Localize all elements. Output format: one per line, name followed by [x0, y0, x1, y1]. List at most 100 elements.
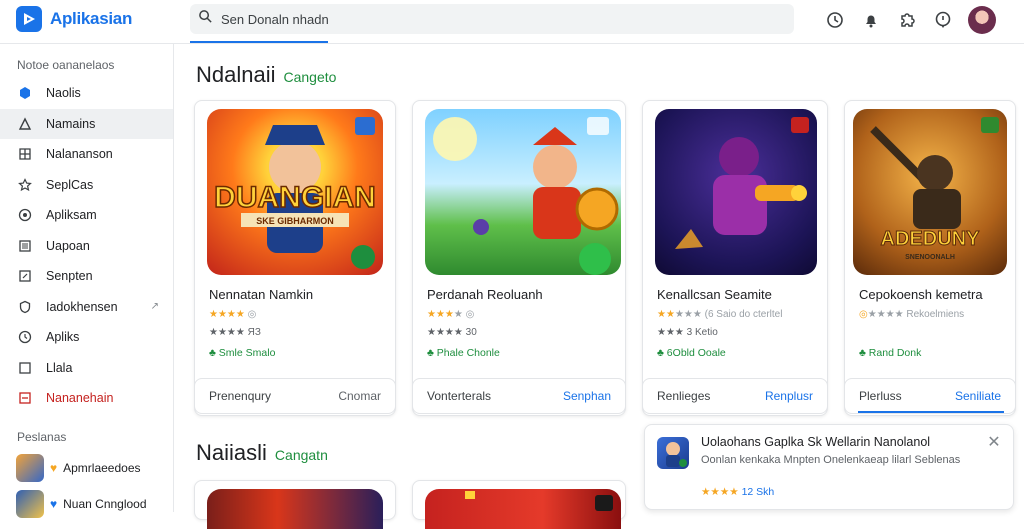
sidebar-item-label: Namains	[46, 116, 96, 131]
box-icon	[18, 391, 32, 405]
triangle-icon	[18, 117, 32, 131]
sidebar-item-10[interactable]: Nananehain	[0, 383, 173, 414]
sidebar-app-1[interactable]: ♥ Nuan Cnnglood	[0, 486, 173, 522]
app-title: Perdanah Reoluanh	[427, 287, 543, 302]
footer-label: Vonterterals	[427, 389, 492, 403]
sidebar-item-label: Llala	[46, 360, 73, 375]
notification-rating: ★★★★ 12 Skh	[701, 486, 775, 498]
target-icon	[18, 208, 32, 222]
sidebar-item-3[interactable]: SeplCas	[0, 170, 173, 201]
footer-label: Renlieges	[657, 389, 711, 403]
app-card[interactable]	[194, 480, 396, 529]
app-name: Aplikasian	[50, 9, 133, 28]
sidebar-item-label: Uapoan	[46, 238, 90, 253]
sidebar-item-2[interactable]: Nalananson	[0, 139, 173, 170]
sidebar-item-1[interactable]: Namains	[0, 108, 173, 139]
app-logo[interactable]: Aplikasian	[16, 6, 132, 32]
footer-action[interactable]: Cnomar	[338, 389, 381, 403]
app-artwork: ADEDUNY SNENOONALH	[853, 109, 1007, 275]
sidebar-item-label: Nananehain	[46, 391, 114, 406]
app-card[interactable]: DUANGIAN SKE GIBHARMON Nennatan Namkin ★…	[194, 100, 396, 416]
shield-icon	[18, 300, 32, 314]
section-header: Naiiasli Cangatn	[196, 440, 328, 466]
notification-body: Oonlan kenkaka Mnpten Onelenkaeap lilarl…	[701, 454, 961, 466]
section-subtitle[interactable]: Cangatn	[275, 447, 328, 463]
card-footer: Plerluss Seniliate	[844, 378, 1016, 414]
sidebar-item-label: Apliksam	[46, 208, 97, 223]
notification-app-icon	[657, 437, 689, 469]
app-thumbnail	[16, 453, 44, 482]
sidebar-item-label: Naolis	[46, 86, 81, 101]
star-rating: ★★★★ ◎	[427, 309, 475, 320]
sidebar-item-5[interactable]: Uapoan	[0, 231, 173, 262]
top-actions	[824, 6, 996, 34]
sidebar-item-9[interactable]: Llala	[0, 353, 173, 384]
section-title: Naiiasli	[196, 440, 267, 465]
art-subtitle: SNENOONALH	[905, 254, 955, 261]
search-icon	[198, 9, 213, 29]
search-input[interactable]	[221, 11, 761, 27]
art-subtitle: SKE GIBHARMON	[256, 216, 334, 226]
close-icon[interactable]: ✕	[985, 433, 1003, 451]
rating-count: ★★★ 3 Ketio	[657, 327, 718, 338]
star-rating: ★★★★★ (6 Saio do cterltel	[657, 309, 783, 320]
search-focus-underline	[190, 41, 328, 43]
sidebar-item-label: Iadokhensen	[46, 299, 118, 314]
app-card[interactable]	[412, 480, 626, 529]
card-footer: Renlieges Renplusr	[642, 378, 828, 414]
heart-icon: ♥	[50, 496, 58, 511]
search-bar[interactable]	[190, 4, 794, 34]
list-icon	[18, 239, 32, 253]
help-icon[interactable]	[932, 9, 954, 31]
section-title: Ndalnaii	[196, 62, 276, 87]
sidebar-app-0[interactable]: ♥ Apmrlaeedoes	[0, 450, 173, 486]
app-card[interactable]: Perdanah Reoluanh ★★★★ ◎ ★★★★ 30 ♣ Phale…	[412, 100, 626, 416]
rating-count: ★★★★ 30	[427, 327, 477, 338]
sidebar-item-8[interactable]: Apliks	[0, 322, 173, 353]
app-artwork	[655, 109, 817, 275]
square-icon	[18, 361, 32, 375]
sidebar-item-label: Nalananson	[46, 147, 113, 162]
notification-title: Uolaohans Gaplka Sk Wellarin Nanolanol	[701, 435, 931, 449]
footer-action[interactable]: Senphan	[563, 389, 611, 403]
bell-icon[interactable]	[860, 9, 882, 31]
clock-icon[interactable]	[824, 9, 846, 31]
puzzle-icon[interactable]	[896, 9, 918, 31]
app-card[interactable]: ADEDUNY SNENOONALH Cepokoensh kemetra ◎★…	[844, 100, 1016, 416]
app-artwork	[425, 489, 621, 529]
star-icon	[18, 177, 32, 192]
grid-icon	[18, 147, 32, 161]
star-rating: ◎★★★★ Rekoelmiens	[859, 309, 965, 320]
external-link-icon: ↗	[150, 301, 159, 313]
clock-icon	[18, 330, 32, 344]
sidebar: Notoe oananelaos Naolis Namains Nalanans…	[0, 44, 174, 518]
sidebar-item-7[interactable]: Iadokhensen ↗	[0, 292, 173, 323]
sidebar-item-label: SeplCas	[46, 177, 94, 192]
sidebar-item-label: Apliks	[46, 330, 80, 345]
app-artwork	[207, 489, 383, 529]
card-footer: Vonterterals Senphan	[412, 378, 626, 414]
card-footer: Prenenqury Cnomar	[194, 378, 396, 414]
footer-action[interactable]: Renplusr	[765, 389, 813, 403]
rating-count: ★★★★ ЯЗ	[209, 327, 261, 338]
sidebar-item-0[interactable]: Naolis	[0, 78, 173, 109]
footer-label: Plerluss	[859, 389, 902, 403]
top-bar: Aplikasian	[0, 0, 1024, 44]
section-subtitle[interactable]: Cangeto	[284, 69, 337, 85]
sidebar-apps-label: Peslanas	[17, 429, 67, 444]
sidebar-item-6[interactable]: Senpten	[0, 261, 173, 292]
sidebar-item-4[interactable]: Apliksam	[0, 200, 173, 231]
app-title: Nennatan Namkin	[209, 287, 314, 302]
section-header: Ndalnaii Cangeto	[196, 62, 336, 88]
app-title: Kenallcsan Seamite	[657, 287, 772, 302]
notification-card[interactable]: Uolaohans Gaplka Sk Wellarin Nanolanol O…	[644, 424, 1014, 510]
sidebar-section-label: Notoe oananelaos	[17, 58, 115, 72]
footer-label: Prenenqury	[209, 389, 272, 403]
footer-action[interactable]: Seniliate	[955, 389, 1001, 403]
app-tag: ♣ 6Obld Ooale	[657, 347, 726, 359]
selected-footer-underline	[858, 411, 1004, 413]
app-card[interactable]: Kenallcsan Seamite ★★★★★ (6 Saio do cter…	[642, 100, 828, 416]
avatar[interactable]	[968, 6, 996, 34]
app-artwork: DUANGIAN SKE GIBHARMON	[207, 109, 383, 275]
app-tag: ♣ Smle Smalo	[209, 347, 276, 359]
